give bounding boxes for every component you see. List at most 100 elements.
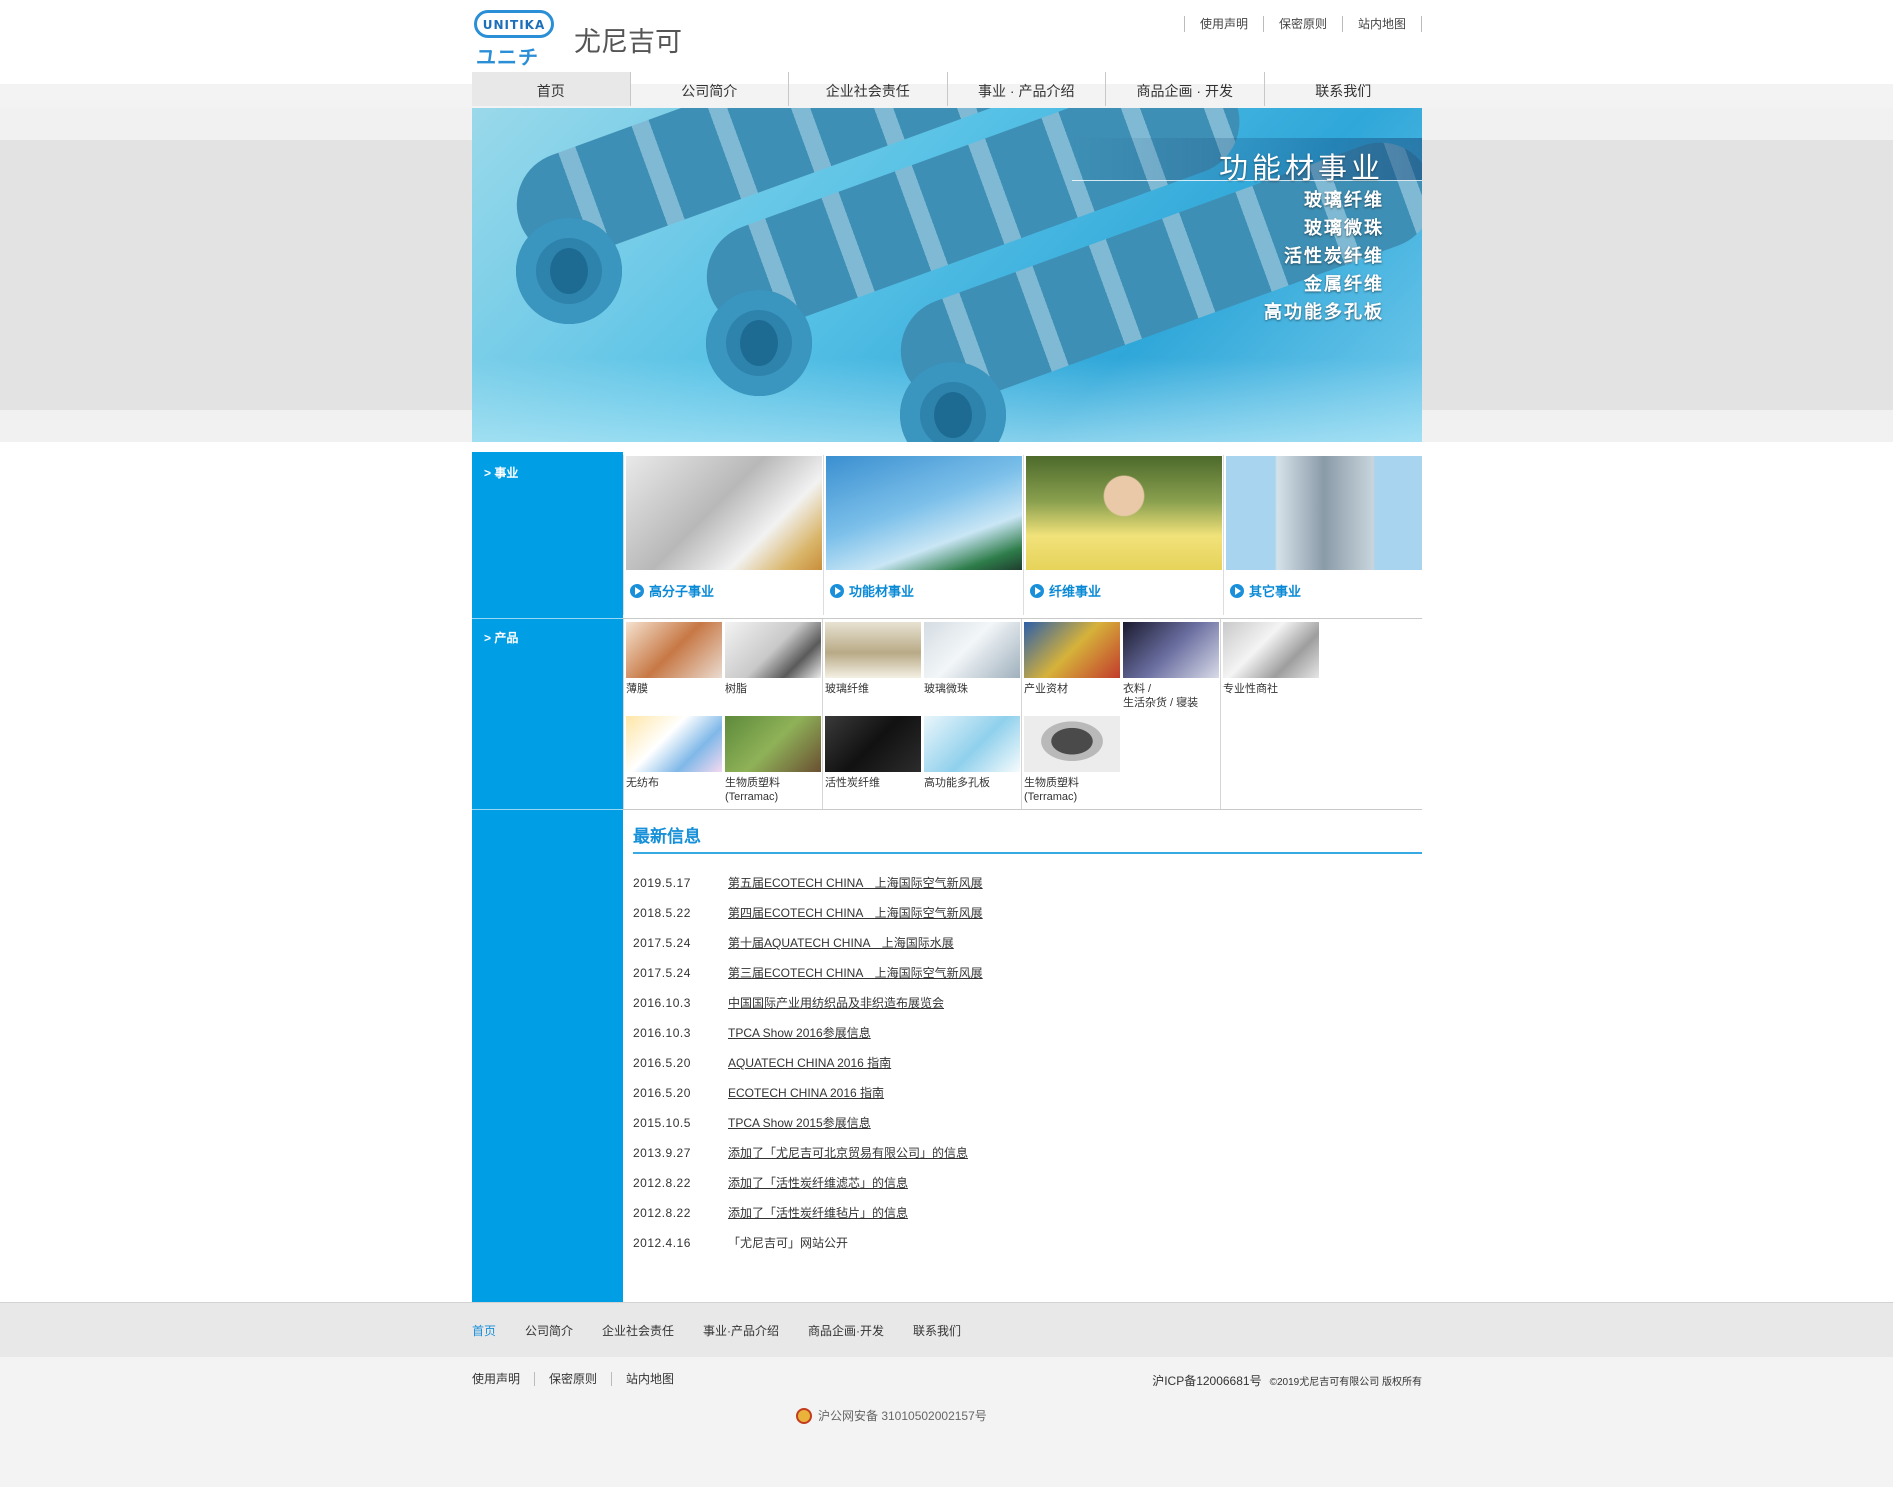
nav-planning[interactable]: 商品企画 · 开发 (1106, 72, 1265, 106)
news-link[interactable]: 第四届ECOTECH CHINA 上海国际空气新风展 (728, 898, 983, 928)
footer-nav-company[interactable]: 公司简介 (525, 1322, 573, 1339)
business-card-fiber[interactable]: 纤维事业 (1023, 455, 1222, 615)
news-link[interactable]: 第五届ECOTECH CHINA 上海国际空气新风展 (728, 868, 983, 898)
news-text: 「尤尼吉可」网站公开 (728, 1236, 849, 1250)
hero-banner[interactable]: 功能材事业 玻璃纤维 玻璃微珠 活性炭纤维 金属纤维 高功能多孔板 (472, 108, 1422, 442)
news-item: 2017.5.24 第十届AQUATECH CHINA 上海国际水展 (633, 928, 1422, 958)
news-link[interactable]: 添加了「尤尼吉可北京贸易有限公司」的信息 (728, 1138, 968, 1168)
business-link-label: 其它事业 (1249, 584, 1302, 599)
news-link[interactable]: 第十届AQUATECH CHINA 上海国际水展 (728, 928, 954, 958)
product-column-other: 专业性商社 (1220, 619, 1420, 809)
news-item: 2016.10.3 中国国际产业用纺织品及非织造布展览会 (633, 988, 1422, 1018)
product-label[interactable]: 生物质塑料 (Terramac) (725, 776, 835, 804)
news-link[interactable]: TPCA Show 2015参展信息 (728, 1108, 871, 1138)
copyright: 沪ICP备12006681号 ©2019尤尼吉可有限公司 版权所有 (472, 1372, 1422, 1389)
nav-contact[interactable]: 联系我们 (1265, 72, 1423, 106)
footer-nav-business-products[interactable]: 事业·产品介绍 (703, 1322, 779, 1339)
main-content: > 事业 > 产品 高分子事业 功能材事业 纤维事业 其它事业 薄膜 树脂 无纺… (472, 452, 1422, 1302)
play-icon (630, 583, 644, 598)
business-link-polymer[interactable]: 高分子事业 (630, 581, 714, 600)
news-date: 2018.5.22 (633, 906, 691, 920)
business-card-functional[interactable]: 功能材事业 (823, 455, 1022, 615)
news-link[interactable]: 第三届ECOTECH CHINA 上海国际空气新风展 (728, 958, 983, 988)
news-date: 2017.5.24 (633, 936, 691, 950)
news-link[interactable]: ECOTECH CHINA 2016 指南 (728, 1078, 884, 1108)
business-card-other[interactable]: 其它事业 (1223, 455, 1422, 615)
main-nav: 首页 公司简介 企业社会责任 事业 · 产品介绍 商品企画 · 开发 联系我们 (472, 72, 1422, 106)
product-label[interactable]: 玻璃微珠 (924, 682, 1034, 696)
product-label[interactable]: 活性炭纤维 (825, 776, 935, 790)
footer-nav-planning[interactable]: 商品企画·开发 (808, 1322, 884, 1339)
business-link-functional[interactable]: 功能材事业 (830, 581, 914, 600)
business-link-label: 高分子事业 (649, 584, 715, 599)
product-label[interactable]: 生物质塑料 (Terramac) (1024, 776, 1134, 804)
nav-csr[interactable]: 企业社会责任 (789, 72, 948, 106)
nav-business-products[interactable]: 事业 · 产品介绍 (948, 72, 1106, 106)
footer-nav-home[interactable]: 首页 (472, 1322, 496, 1339)
news-link[interactable]: TPCA Show 2016参展信息 (728, 1018, 871, 1048)
police-record[interactable]: 沪公网安备 31010502002157号 (796, 1407, 987, 1424)
news-item: 2019.5.17 第五届ECOTECH CHINA 上海国际空气新风展 (633, 868, 1422, 898)
icp-number[interactable]: 沪ICP备12006681号 (1152, 1374, 1261, 1388)
top-link-privacy[interactable]: 保密原则 (1262, 16, 1342, 32)
news-link[interactable]: AQUATECH CHINA 2016 指南 (728, 1048, 891, 1078)
product-thumb-resin[interactable] (725, 622, 821, 678)
news-date: 2013.9.27 (633, 1146, 691, 1160)
functional-materials-photo (826, 456, 1022, 570)
product-thumb-film[interactable] (626, 622, 722, 678)
product-thumb-apparel[interactable] (1123, 622, 1219, 678)
footer-nav-contact[interactable]: 联系我们 (913, 1322, 961, 1339)
product-thumb-industrial[interactable] (1024, 622, 1120, 678)
product-thumb-trading[interactable] (1223, 622, 1319, 678)
product-label[interactable]: 衣料 / 生活杂货 / 寝装 (1123, 682, 1233, 710)
news-item: 2016.10.3 TPCA Show 2016参展信息 (633, 1018, 1422, 1048)
product-thumb-activated-carbon[interactable] (825, 716, 921, 772)
news-date: 2012.8.22 (633, 1176, 691, 1190)
news-item: 2017.5.24 第三届ECOTECH CHINA 上海国际空气新风展 (633, 958, 1422, 988)
product-label[interactable]: 专业性商社 (1223, 682, 1333, 696)
copyright-text: ©2019尤尼吉可有限公司 版权所有 (1269, 1377, 1422, 1388)
hero-title: 功能材事业 (1218, 153, 1384, 185)
news-date: 2016.10.3 (633, 996, 691, 1010)
section-label-business: > 事业 (484, 466, 519, 480)
nav-company[interactable]: 公司简介 (631, 72, 789, 106)
product-label[interactable]: 薄膜 (626, 682, 736, 696)
news-link[interactable]: 添加了「活性炭纤维毡片」的信息 (728, 1198, 908, 1228)
product-label[interactable]: 树脂 (725, 682, 835, 696)
filter-roll-end (706, 290, 812, 396)
product-thumb-bioplastic-fiber[interactable] (1024, 716, 1120, 772)
footer-nav-csr[interactable]: 企业社会责任 (602, 1322, 674, 1339)
news-item: 2012.8.22 添加了「活性炭纤维毡片」的信息 (633, 1198, 1422, 1228)
unitika-logo[interactable]: UNITIKA ユニチカ (472, 10, 558, 98)
product-thumb-porous-board[interactable] (924, 716, 1020, 772)
product-thumb-glass-beads[interactable] (924, 622, 1020, 678)
business-link-label: 纤维事业 (1049, 584, 1102, 599)
play-icon (1030, 583, 1044, 598)
product-label[interactable]: 高功能多孔板 (924, 776, 1034, 790)
product-label[interactable]: 玻璃纤维 (825, 682, 935, 696)
polymer-photo (626, 456, 822, 570)
news-item: 2016.5.20 ECOTECH CHINA 2016 指南 (633, 1078, 1422, 1108)
business-link-fiber[interactable]: 纤维事业 (1030, 581, 1101, 600)
news-title: 最新信息 (633, 822, 1422, 854)
product-label[interactable]: 无纺布 (626, 776, 736, 790)
business-link-other[interactable]: 其它事业 (1230, 581, 1301, 600)
top-link-sitemap[interactable]: 站内地图 (1341, 16, 1422, 32)
product-grid: 薄膜 树脂 无纺布 生物质塑料 (Terramac) 玻璃纤维 玻璃微珠 活性炭… (623, 619, 1422, 810)
business-card-polymer[interactable]: 高分子事业 (623, 455, 822, 615)
top-links: 使用声明 保密原则 站内地图 (1183, 16, 1422, 32)
news-list: 2019.5.17 第五届ECOTECH CHINA 上海国际空气新风展 2018.… (633, 868, 1422, 1258)
police-record-text[interactable]: 沪公网安备 31010502002157号 (818, 1407, 987, 1424)
top-link-terms[interactable]: 使用声明 (1183, 16, 1263, 32)
product-thumb-nonwoven[interactable] (626, 716, 722, 772)
left-column: > 事业 > 产品 (472, 452, 623, 1302)
product-thumb-bioplastic[interactable] (725, 716, 821, 772)
news-item: 2015.10.5 TPCA Show 2015参展信息 (633, 1108, 1422, 1138)
news-link[interactable]: 中国国际产业用纺织品及非织造布展览会 (728, 988, 944, 1018)
news-item: 2016.5.20 AQUATECH CHINA 2016 指南 (633, 1048, 1422, 1078)
product-thumb-glass-fiber[interactable] (825, 622, 921, 678)
nav-home[interactable]: 首页 (472, 72, 631, 106)
product-label[interactable]: 产业资材 (1024, 682, 1134, 696)
news-link[interactable]: 添加了「活性炭纤维滤芯」的信息 (728, 1168, 908, 1198)
news-date: 2016.10.3 (633, 1026, 691, 1040)
